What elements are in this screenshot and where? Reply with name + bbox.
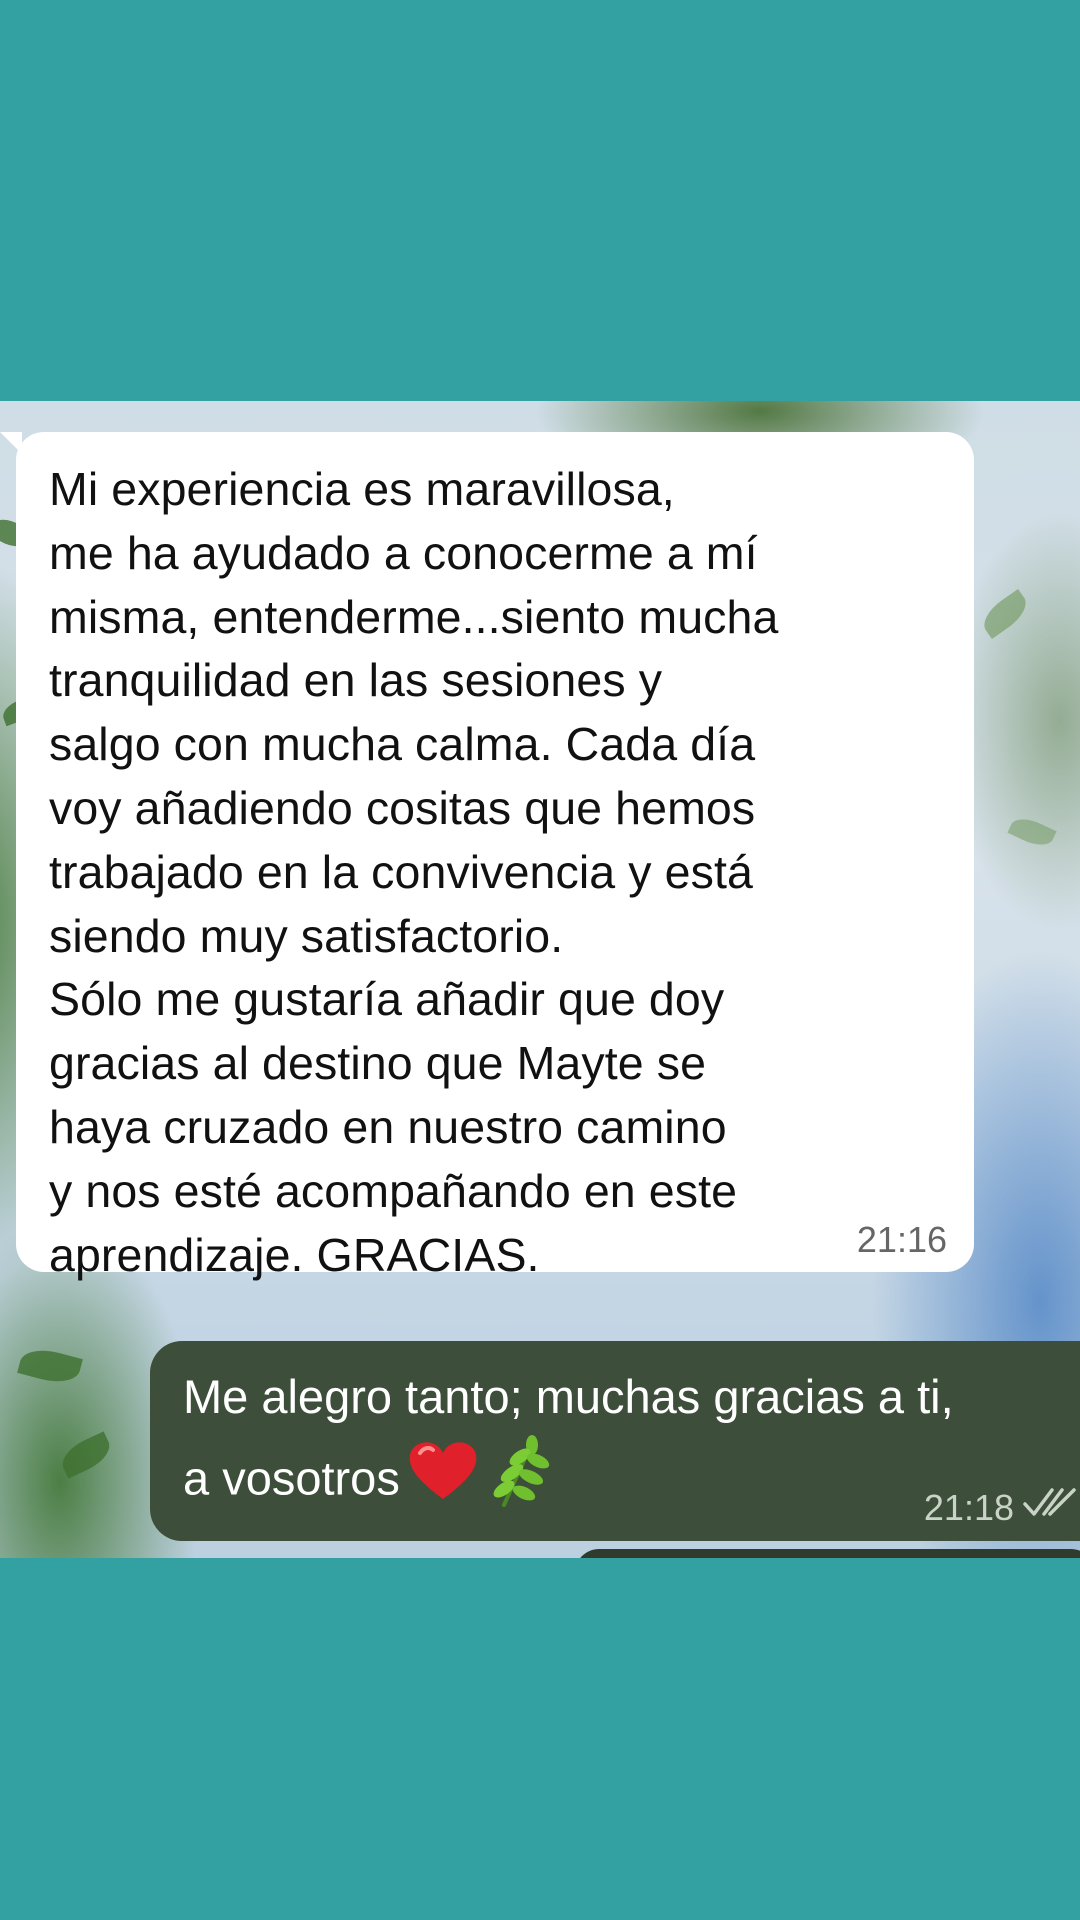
outgoing-message-meta: 21:18 <box>924 1486 1078 1529</box>
bubble-tail <box>0 432 22 454</box>
foliage-decoration <box>17 1343 83 1389</box>
incoming-message-time: 21:16 <box>856 1219 947 1260</box>
outgoing-message-bubble[interactable]: Me alegro tanto; muchas gracias a ti, a … <box>150 1341 1080 1541</box>
chat-screenshot: Mi experiencia es maravillosa, me ha ayu… <box>0 401 1080 1558</box>
red-heart-icon <box>406 1439 480 1525</box>
foliage-decoration <box>56 1431 116 1479</box>
page: Mi experiencia es maravillosa, me ha ayu… <box>0 0 1080 1920</box>
foliage-decoration <box>1007 812 1057 852</box>
incoming-message-bubble[interactable]: Mi experiencia es maravillosa, me ha ayu… <box>0 432 974 1281</box>
foliage-decoration <box>977 589 1033 639</box>
incoming-message-text: Mi experiencia es maravillosa, me ha ayu… <box>49 463 779 1281</box>
herb-icon <box>486 1435 554 1529</box>
double-check-read-icon <box>1022 1486 1078 1529</box>
outgoing-message-text: Me alegro tanto; muchas gracias a ti, a … <box>183 1370 954 1505</box>
outgoing-message-time: 21:18 <box>923 1486 1014 1528</box>
next-message-bubble-edge <box>575 1549 1080 1558</box>
